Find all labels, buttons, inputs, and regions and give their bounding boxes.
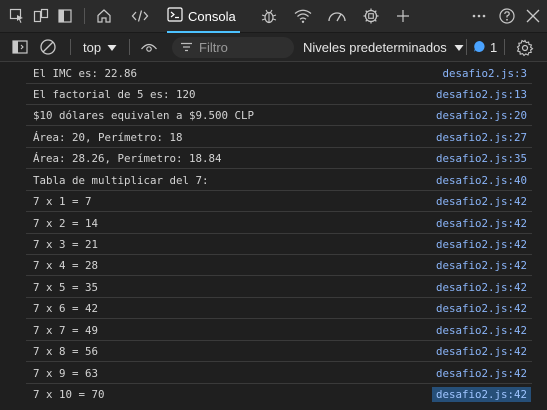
source-link[interactable]: desafio2.js:42 — [436, 367, 532, 380]
log-levels-dropdown[interactable]: Niveles predeterminados — [303, 37, 464, 58]
log-row: Área: 20, Perímetro: 18 desafio2.js:27 — [26, 127, 532, 148]
log-message: Tabla de multiplicar del 7: — [33, 173, 209, 187]
log-message: 7 x 9 = 63 — [33, 366, 99, 380]
divider — [504, 39, 505, 55]
source-link[interactable]: desafio2.js:42 — [436, 259, 532, 272]
log-message: 7 x 2 = 14 — [33, 216, 99, 230]
log-row: 7 x 8 = 56 desafio2.js:42 — [26, 341, 532, 362]
gear-chip-icon[interactable] — [360, 5, 382, 27]
tab-console-label: Consola — [188, 8, 236, 24]
issues-icon — [473, 40, 486, 56]
log-row: El factorial de 5 es: 120 desafio2.js:13 — [26, 84, 532, 105]
log-message: El factorial de 5 es: 120 — [33, 87, 196, 101]
eye-icon[interactable] — [138, 36, 160, 58]
console-icon — [167, 7, 183, 25]
tab-console[interactable]: Consola — [163, 0, 244, 33]
issues-count: 1 — [490, 40, 498, 55]
log-row: 7 x 4 = 28 desafio2.js:42 — [26, 255, 532, 276]
source-link[interactable]: desafio2.js:42 — [436, 217, 532, 230]
console-toolbar: top Filtro Niveles predeterminados 1 — [0, 33, 547, 62]
source-link[interactable]: desafio2.js:13 — [436, 88, 532, 101]
context-label: top — [83, 39, 102, 55]
caret-down-icon — [107, 40, 117, 55]
divider — [84, 8, 85, 24]
plus-icon[interactable] — [392, 5, 414, 27]
log-message: $10 dólares equivalen a $9.500 CLP — [33, 108, 255, 122]
source-link[interactable]: desafio2.js:20 — [436, 109, 532, 122]
log-levels-label: Niveles predeterminados — [303, 40, 447, 55]
log-message: Área: 28.26, Perímetro: 18.84 — [33, 151, 222, 165]
log-message: 7 x 10 = 70 — [33, 388, 105, 401]
source-link[interactable]: desafio2.js:35 — [436, 152, 532, 165]
sidebar-toggle-icon[interactable] — [9, 36, 31, 58]
wifi-icon[interactable] — [292, 5, 314, 27]
log-message: 7 x 8 = 56 — [33, 344, 99, 358]
log-message: 7 x 4 = 28 — [33, 258, 99, 272]
clear-console-icon[interactable] — [37, 36, 59, 58]
source-link[interactable]: desafio2.js:42 — [436, 238, 532, 251]
log-message: 7 x 6 = 42 — [33, 301, 99, 315]
log-row: 7 x 1 = 7 desafio2.js:42 — [26, 191, 532, 212]
log-message: 7 x 1 = 7 — [33, 194, 92, 208]
home-icon[interactable] — [93, 5, 115, 27]
source-link[interactable]: desafio2.js:42 — [436, 281, 532, 294]
log-message: Área: 20, Perímetro: 18 — [33, 130, 183, 144]
settings-gear-icon[interactable] — [514, 37, 536, 59]
context-selector[interactable]: top — [83, 40, 117, 55]
code-icon[interactable] — [129, 5, 151, 27]
log-row: 7 x 3 = 21 desafio2.js:42 — [26, 234, 532, 255]
filter-placeholder: Filtro — [199, 40, 228, 55]
source-link[interactable]: desafio2.js:42 — [431, 387, 531, 402]
log-message: El IMC es: 22.86 — [33, 66, 138, 80]
log-row: 7 x 5 = 35 desafio2.js:42 — [26, 277, 532, 298]
source-link[interactable]: desafio2.js:3 — [442, 67, 532, 80]
filter-input[interactable]: Filtro — [172, 37, 294, 58]
source-link[interactable]: desafio2.js:42 — [436, 345, 532, 358]
inspect-icon[interactable] — [6, 5, 28, 27]
performance-icon[interactable] — [326, 5, 348, 27]
log-message: 7 x 5 = 35 — [33, 280, 99, 294]
source-link[interactable]: desafio2.js:42 — [436, 324, 532, 337]
log-message: 7 x 3 = 21 — [33, 237, 99, 251]
log-row: 7 x 2 = 14 desafio2.js:42 — [26, 213, 532, 234]
log-row: 7 x 10 = 70 desafio2.js:42 — [26, 384, 532, 405]
source-link[interactable]: desafio2.js:27 — [436, 131, 532, 144]
source-link[interactable]: desafio2.js:42 — [436, 195, 532, 208]
log-row: Tabla de multiplicar del 7: desafio2.js:4… — [26, 170, 532, 191]
issues-counter[interactable]: 1 — [473, 37, 497, 58]
panel-toggle-icon[interactable] — [54, 5, 76, 27]
divider — [129, 39, 131, 55]
source-link[interactable]: desafio2.js:40 — [436, 174, 532, 187]
log-message: 7 x 7 = 49 — [33, 323, 99, 337]
log-row: Área: 28.26, Perímetro: 18.84 desafio2.js… — [26, 148, 532, 169]
console-output: El IMC es: 22.86 desafio2.js:3 El factori… — [0, 63, 547, 410]
log-row: 7 x 9 = 63 desafio2.js:42 — [26, 363, 532, 384]
help-icon[interactable] — [496, 5, 518, 27]
close-icon[interactable] — [522, 5, 544, 27]
divider — [466, 39, 467, 55]
log-row: 7 x 6 = 42 desafio2.js:42 — [26, 298, 532, 319]
bug-icon[interactable] — [258, 5, 280, 27]
source-link[interactable]: desafio2.js:42 — [436, 302, 532, 315]
log-row: El IMC es: 22.86 desafio2.js:3 — [26, 63, 532, 84]
device-emulation-icon[interactable] — [30, 5, 52, 27]
more-icon[interactable] — [468, 5, 490, 27]
log-row: $10 dólares equivalen a $9.500 CLP desafi… — [26, 105, 532, 126]
caret-down-icon — [454, 40, 464, 55]
devtools-tabbar: Consola — [0, 0, 547, 33]
divider — [70, 39, 71, 55]
filter-icon — [180, 40, 193, 55]
log-row: 7 x 7 = 49 desafio2.js:42 — [26, 320, 532, 341]
